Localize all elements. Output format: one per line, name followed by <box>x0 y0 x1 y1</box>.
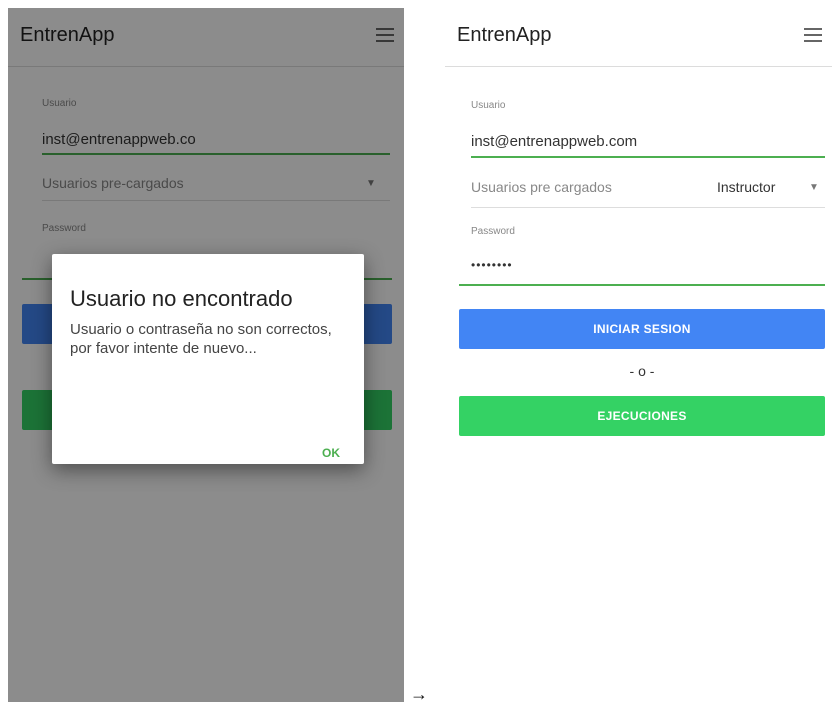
executions-button[interactable]: EJECUCIONES <box>459 396 825 436</box>
dialog-title: Usuario no encontrado <box>70 286 293 311</box>
user-field[interactable]: inst@entrenappweb.com <box>471 133 637 150</box>
right-screen: EntrenApp Usuario inst@entrenappweb.com … <box>445 8 832 702</box>
app-title: EntrenApp <box>457 24 552 46</box>
preloaded-users-select[interactable]: Instructor <box>717 179 775 195</box>
transition-arrow: → <box>410 684 428 704</box>
user-field-underline <box>471 156 825 158</box>
hamburger-menu-icon[interactable] <box>804 28 822 42</box>
user-label: Usuario <box>471 100 506 111</box>
password-label: Password <box>471 226 515 237</box>
left-screen: EntrenApp Usuario inst@entrenappweb.co U… <box>8 8 404 702</box>
login-button[interactable]: INICIAR SESION <box>459 309 825 349</box>
dialog-message: Usuario o contraseña no son correctos, p… <box>70 321 332 357</box>
preloaded-users-label: Usuarios pre cargados <box>471 179 612 195</box>
password-underline <box>459 284 825 286</box>
dialog-ok-button[interactable]: OK <box>322 446 340 460</box>
select-underline <box>471 207 825 208</box>
password-field[interactable]: •••••••• <box>471 258 513 272</box>
chevron-down-icon[interactable]: ▼ <box>809 182 819 193</box>
or-divider: - o - <box>629 363 655 379</box>
error-dialog: Usuario no encontrado Usuario o contrase… <box>52 254 364 464</box>
app-bar: EntrenApp <box>445 8 832 67</box>
